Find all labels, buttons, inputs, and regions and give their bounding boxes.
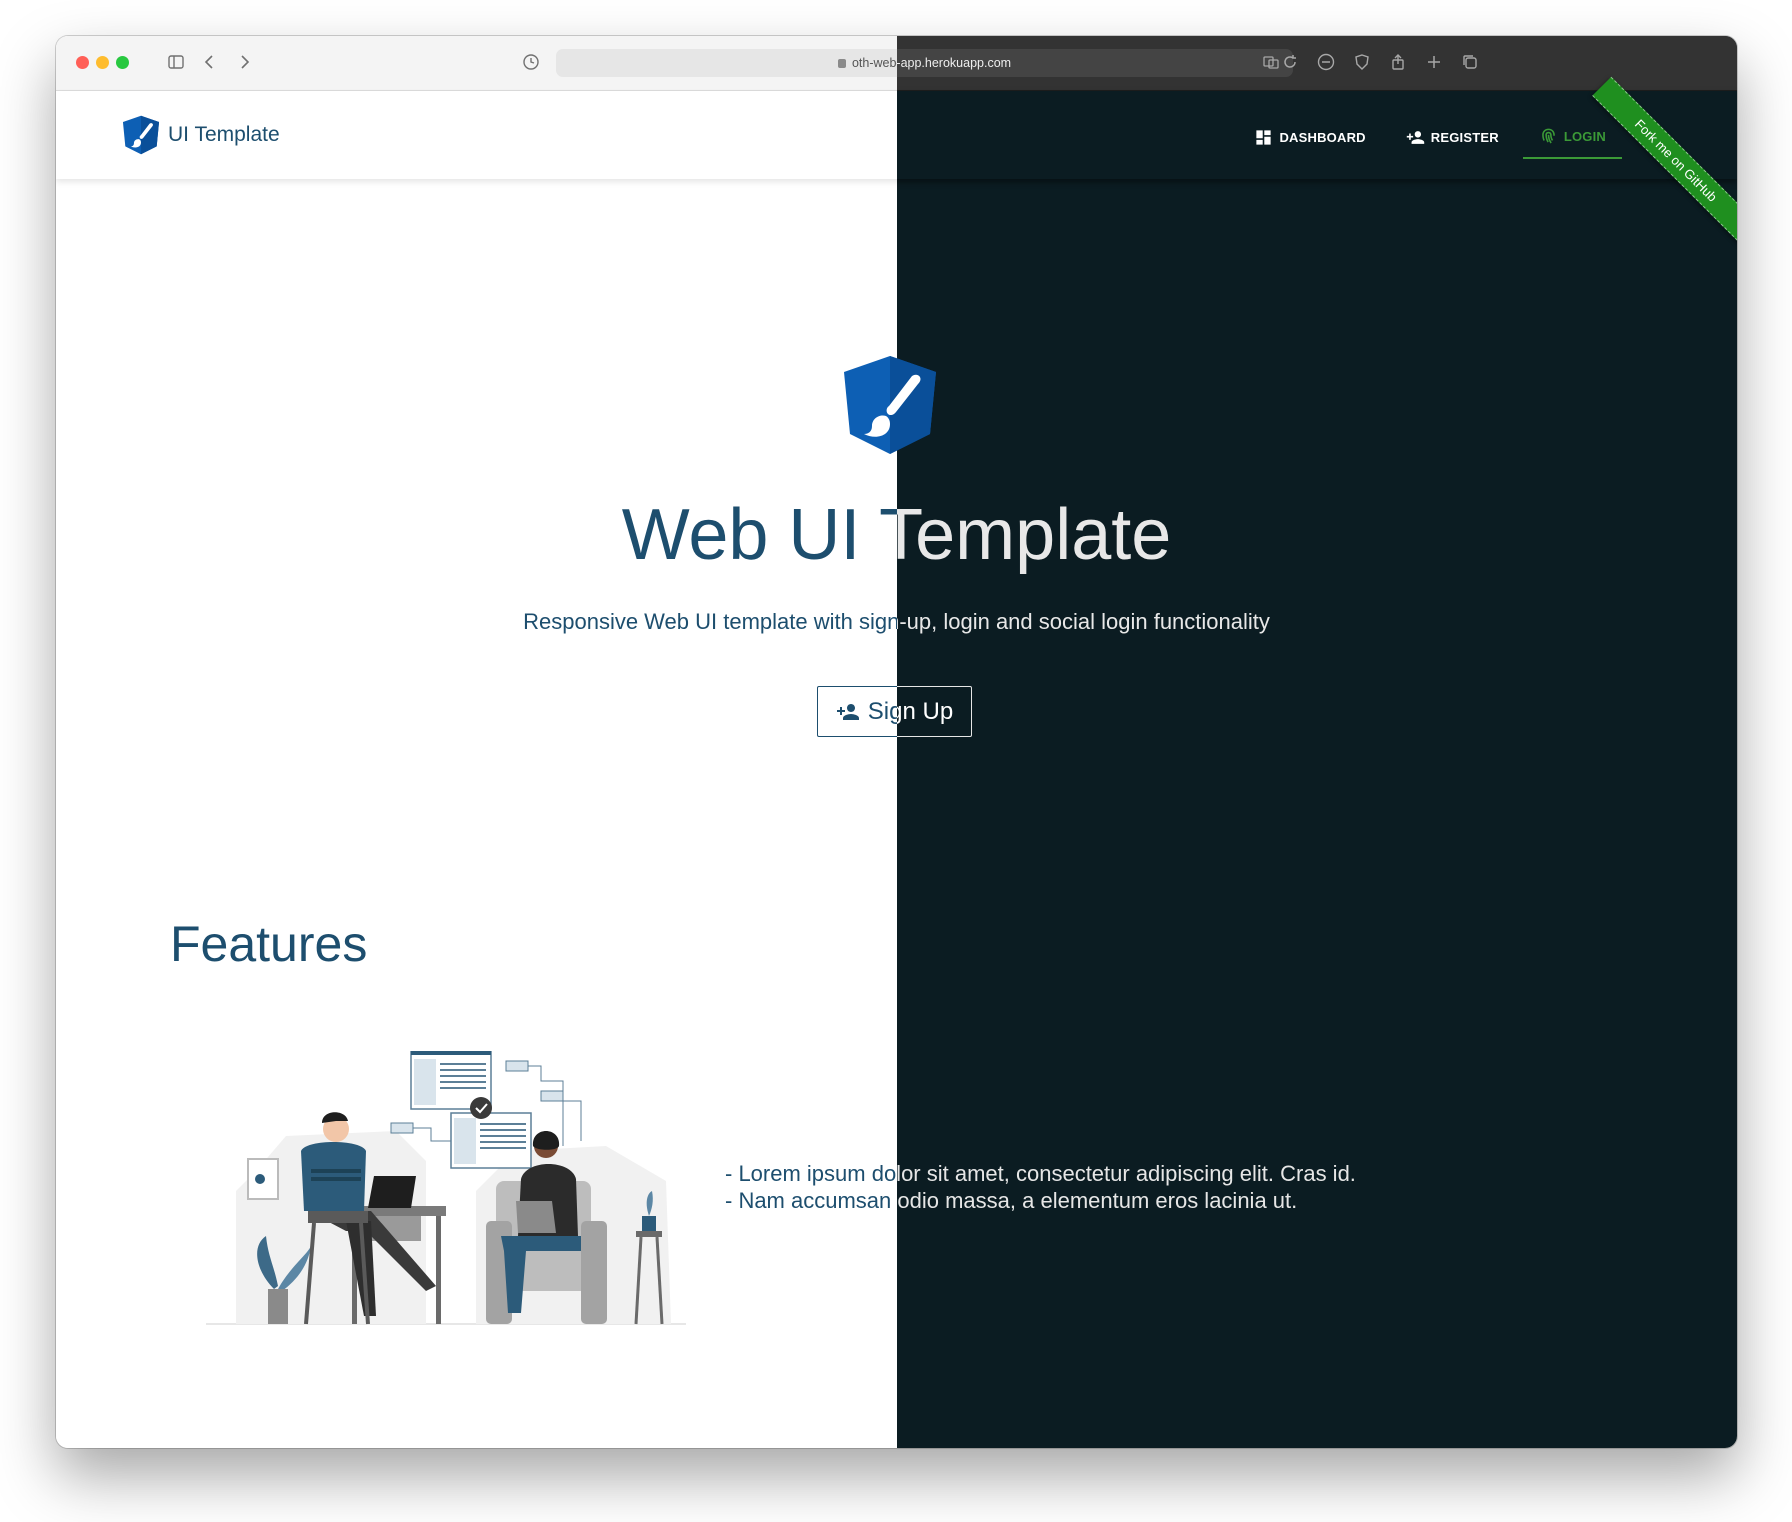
signup-button[interactable]: Sign Up xyxy=(817,686,897,737)
features-title: Features xyxy=(170,916,368,972)
page-view-light: oth-web-app.herokuapp.com UI Template xyxy=(56,36,897,1448)
new-tab-icon[interactable] xyxy=(1422,50,1446,74)
brush-shield-logo-icon xyxy=(122,115,160,155)
hero-subtitle: Responsive Web UI template with sign-up,… xyxy=(897,609,1270,634)
share-icon[interactable] xyxy=(1386,50,1410,74)
sidebar-toggle-icon[interactable] xyxy=(164,50,188,74)
features-list: - Lorem ipsum dolor sit amet, consectetu… xyxy=(897,1160,1356,1214)
nav-login[interactable]: LOGIN xyxy=(1522,115,1622,159)
brand-link[interactable]: UI Template xyxy=(122,115,280,155)
nav-dashboard[interactable]: DASHBOARD xyxy=(1238,115,1381,159)
feature-item: - Nam accumsan odio massa, a elementum e… xyxy=(725,1188,897,1213)
light-theme-half: oth-web-app.herokuapp.com UI Template xyxy=(56,36,897,1448)
tab-overview-icon[interactable] xyxy=(1458,50,1482,74)
lock-icon xyxy=(837,59,846,68)
nav-login-label: LOGIN xyxy=(1563,128,1606,144)
minimize-window-button[interactable] xyxy=(96,56,109,69)
feature-item: - Lorem ipsum dolor sit amet, consectetu… xyxy=(897,1161,1356,1186)
fingerprint-icon xyxy=(1541,128,1555,143)
hero-brush-shield-logo-icon xyxy=(844,356,897,454)
signup-button-label: Sign Up xyxy=(897,697,954,725)
brand-name: UI Template xyxy=(168,123,280,146)
dashboard-icon xyxy=(1256,129,1272,145)
main-nav: DASHBOARD REGISTER LOGIN xyxy=(1230,115,1622,159)
forward-icon[interactable] xyxy=(232,50,256,74)
adblock-extension-icon[interactable] xyxy=(1314,50,1338,74)
address-bar[interactable]: oth-web-app.herokuapp.com xyxy=(897,49,1293,77)
reload-icon[interactable] xyxy=(1278,50,1302,74)
hero-title: Web UI Template xyxy=(897,495,1172,575)
nav-dashboard-label: DASHBOARD xyxy=(1279,129,1366,145)
back-icon[interactable] xyxy=(198,50,222,74)
feature-item: - Nam accumsan odio massa, a elementum e… xyxy=(897,1188,1298,1213)
team-working-illustration xyxy=(206,1051,686,1325)
browser-toolbar: oth-web-app.herokuapp.com xyxy=(56,36,897,91)
url-text: oth-web-app.herokuapp.com xyxy=(851,56,897,70)
features-list: - Lorem ipsum dolor sit amet, consectetu… xyxy=(725,1160,897,1214)
dark-theme-half: oth-web-app.herokuapp.com xyxy=(897,36,1737,1448)
site-header: UI Template DASHBOARD REGISTER LOGIN xyxy=(56,91,897,179)
signup-button-label: Sign Up xyxy=(867,697,897,725)
hero-brush-shield-logo-icon xyxy=(897,358,936,451)
history-icon[interactable] xyxy=(519,50,543,74)
address-bar[interactable]: oth-web-app.herokuapp.com xyxy=(556,49,897,77)
feature-item: - Lorem ipsum dolor sit amet, consectetu… xyxy=(725,1161,897,1186)
url-text: oth-web-app.herokuapp.com xyxy=(897,56,1012,70)
close-window-button[interactable] xyxy=(76,56,89,69)
page-view-dark: oth-web-app.herokuapp.com xyxy=(897,36,1737,1448)
person-add-icon xyxy=(836,703,859,720)
nav-register-label: REGISTER xyxy=(1430,129,1499,145)
person-add-icon xyxy=(1406,130,1424,144)
browser-window: oth-web-app.herokuapp.com UI Template xyxy=(56,36,1737,1448)
signup-button[interactable]: Sign Up xyxy=(897,686,972,737)
hero-title: Web UI Template xyxy=(621,495,897,575)
zoom-window-button[interactable] xyxy=(116,56,129,69)
nav-register[interactable]: REGISTER xyxy=(1390,115,1515,159)
hero-subtitle: Responsive Web UI template with sign-up,… xyxy=(523,609,897,634)
privacy-shield-icon[interactable] xyxy=(1350,50,1374,74)
